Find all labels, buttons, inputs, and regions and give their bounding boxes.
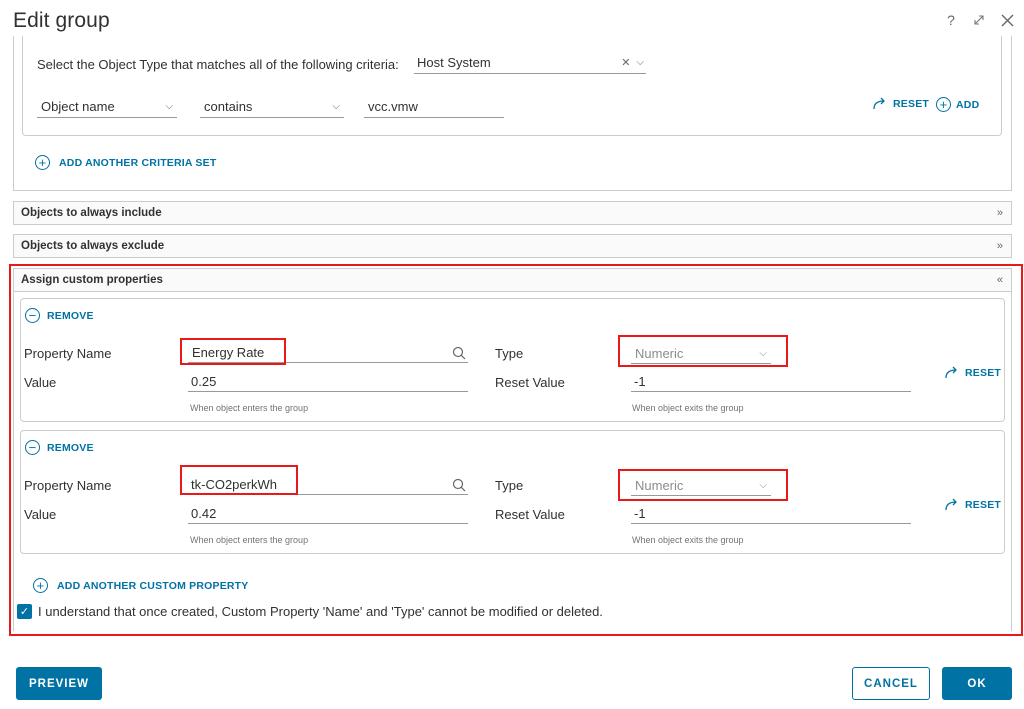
plus-circle-icon: + — [33, 578, 48, 593]
criteria-operator-select[interactable]: contains ⌵ — [200, 96, 344, 118]
custom-properties-accordion-header[interactable]: Assign custom properties « — [13, 268, 1012, 292]
double-chevron-up-icon: « — [996, 274, 1003, 286]
plus-circle-icon: + — [35, 155, 50, 170]
reset-value-label: Reset Value — [495, 375, 565, 390]
criteria-value-input[interactable]: vcc.vmw — [364, 96, 504, 118]
remove-property-button[interactable]: − REMOVE — [25, 440, 94, 455]
criteria-reset-button[interactable]: RESET — [872, 97, 929, 111]
criteria-select-label: Select the Object Type that matches all … — [37, 57, 399, 72]
dialog-title: Edit group — [13, 9, 110, 32]
exclude-accordion-header[interactable]: Objects to always exclude » — [13, 234, 1012, 258]
close-icon[interactable] — [1000, 12, 1014, 28]
search-icon — [452, 478, 466, 491]
chevron-down-icon: ⌵ — [332, 101, 340, 112]
type-label: Type — [495, 478, 524, 493]
object-type-select[interactable]: Host System ✕ ⌵ — [414, 52, 646, 74]
reset-value-hint: When object exits the group — [632, 535, 744, 545]
clear-icon[interactable]: ✕ — [621, 56, 630, 69]
redo-icon — [945, 366, 957, 379]
acknowledge-text: I understand that once created, Custom P… — [38, 604, 603, 619]
redo-icon — [945, 498, 957, 511]
value-label: Value — [24, 375, 57, 390]
add-custom-property-button[interactable]: + ADD ANOTHER CUSTOM PROPERTY — [33, 578, 249, 593]
minus-circle-icon: − — [25, 440, 40, 455]
value-hint: When object enters the group — [190, 535, 309, 545]
cancel-button[interactable]: CANCEL — [852, 667, 930, 700]
value-input[interactable]: 0.25 — [188, 372, 468, 392]
acknowledge-checkbox[interactable]: ✓ — [17, 604, 32, 619]
property-reset-button[interactable]: RESET — [944, 366, 1001, 380]
property-name-label: Property Name — [24, 478, 112, 493]
property-name-highlight — [180, 338, 286, 365]
criteria-field-select[interactable]: Object name ⌵ — [37, 96, 177, 118]
property-name-label: Property Name — [24, 346, 112, 361]
search-icon — [452, 346, 466, 359]
preview-button[interactable]: PREVIEW — [16, 667, 102, 700]
property-reset-button[interactable]: RESET — [944, 498, 1001, 512]
dialog-header-actions: ? — [944, 12, 1014, 28]
double-chevron-down-icon: » — [996, 240, 1003, 252]
acknowledge-row: ✓ I understand that once created, Custom… — [17, 604, 603, 619]
chevron-down-icon: ⌵ — [165, 101, 173, 112]
reset-value-label: Reset Value — [495, 507, 565, 522]
type-label: Type — [495, 346, 524, 361]
value-label: Value — [24, 507, 57, 522]
property-name-highlight — [180, 465, 298, 495]
ok-button[interactable]: OK — [942, 667, 1012, 700]
expand-icon[interactable] — [972, 12, 986, 28]
reset-value-input[interactable]: -1 — [631, 372, 911, 392]
minus-circle-icon: − — [25, 308, 40, 323]
plus-circle-icon: + — [936, 97, 951, 112]
reset-value-hint: When object exits the group — [632, 403, 744, 413]
double-chevron-down-icon: » — [996, 207, 1003, 219]
reset-value-input[interactable]: -1 — [631, 504, 911, 524]
criteria-set-card — [22, 36, 1002, 136]
include-accordion-header[interactable]: Objects to always include » — [13, 201, 1012, 225]
type-highlight — [618, 335, 788, 367]
redo-icon — [873, 97, 885, 110]
value-hint: When object enters the group — [190, 403, 309, 413]
value-input[interactable]: 0.42 — [188, 504, 468, 524]
help-icon[interactable]: ? — [944, 12, 958, 28]
type-highlight — [618, 469, 788, 501]
chevron-down-icon: ⌵ — [636, 57, 644, 68]
criteria-add-button[interactable]: + ADD — [936, 97, 979, 112]
add-criteria-set-button[interactable]: + ADD ANOTHER CRITERIA SET — [35, 155, 216, 170]
remove-property-button[interactable]: − REMOVE — [25, 308, 94, 323]
